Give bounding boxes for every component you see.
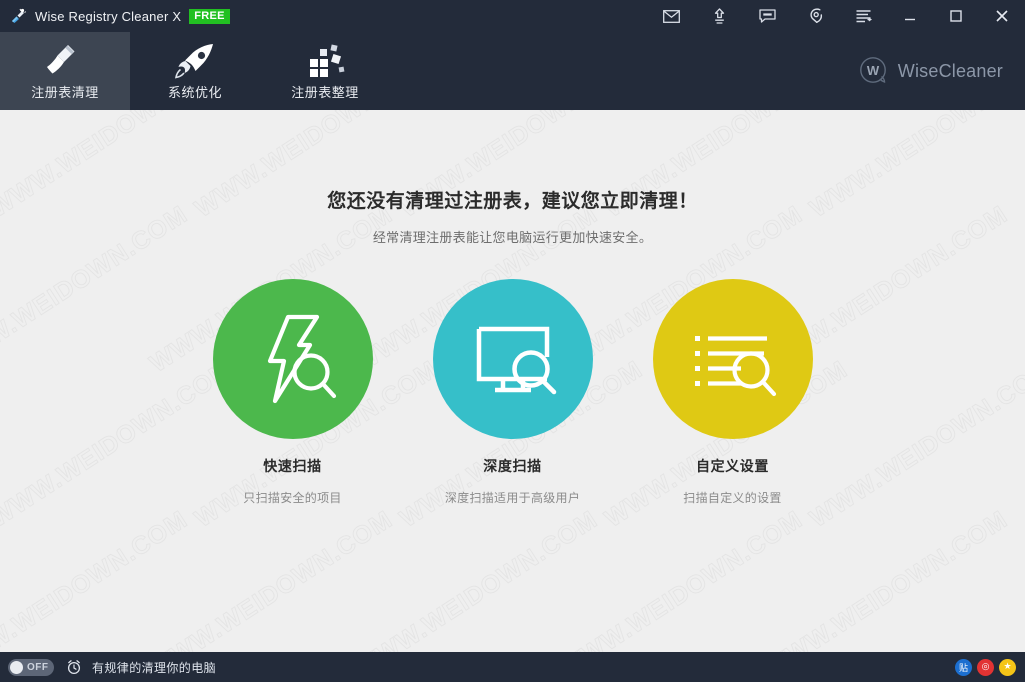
action-deep-scan[interactable]: 深度扫描 深度扫描适用于高级用户 [432,279,593,506]
quick-scan-circle[interactable] [212,279,373,439]
alarm-clock-icon[interactable] [66,659,82,675]
upgrade-icon[interactable] [695,0,743,32]
list-search-icon [694,336,776,397]
nav-tab-system-optimize[interactable]: 系统优化 [130,32,260,110]
free-badge: FREE [189,8,230,24]
action-desc: 只扫描安全的项目 [243,491,342,505]
social-links: 贴 ◎ ★ [955,658,1016,676]
action-custom-settings[interactable]: 自定义设置 扫描自定义的设置 [652,279,813,506]
watermark-text: WWW.WEIDOWN.COM [554,505,808,652]
tieba-icon[interactable]: 贴 [955,658,972,676]
menu-icon[interactable] [839,0,887,32]
broom-icon [44,41,86,79]
action-quick-scan[interactable]: 快速扫描 只扫描安全的项目 [212,279,373,506]
nav-tab-registry-defrag[interactable]: 注册表整理 [260,32,390,110]
custom-settings-circle[interactable] [652,279,813,439]
status-message: 有规律的清理你的电脑 [92,660,217,675]
action-title: 自定义设置 [696,458,769,474]
feedback-icon[interactable] [743,0,791,32]
deep-scan-circle[interactable] [432,279,593,439]
window-title: Wise Registry Cleaner X [35,8,182,24]
weibo-icon[interactable]: ◎ [977,658,994,676]
action-desc: 扫描自定义的设置 [683,491,782,505]
titlebar-icon-group [647,0,1025,32]
nav-tab-label: 系统优化 [167,85,222,100]
action-desc: 深度扫描适用于高级用户 [444,491,581,505]
toggle-state-label: OFF [27,661,49,673]
main-content: WWW.WEIDOWN.COM WWW.WEIDOWN.COM WWW.WEID… [0,110,1025,652]
nav-bar: 注册表清理 系统优化 注册表整理 W WiseCleaner [0,32,1025,110]
minimize-button[interactable] [887,0,933,32]
title-bar: Wise Registry Cleaner X FREE [0,0,1025,32]
rocket-icon [173,41,217,79]
wisecleaner-logo-icon: W [859,56,889,86]
schedule-toggle[interactable]: OFF [8,658,54,676]
status-bar: OFF 有规律的清理你的电脑 贴 ◎ ★ [0,652,1025,682]
action-title: 快速扫描 [263,458,322,474]
nav-tab-label: 注册表清理 [31,85,99,100]
brand-logo: W WiseCleaner [859,56,1003,86]
scan-actions: 快速扫描 只扫描安全的项目 深度扫描 深度扫描适用于高级用户 自定义设置 扫描自… [212,279,813,506]
content-stack: 您还没有清理过注册表，建议您立即清理！ 经常清理注册表能让您电脑运行更加快速安全… [0,110,1025,506]
watermark-text: WWW.WEIDOWN.COM [759,505,1013,652]
app-icon [9,7,27,25]
nav-tab-label: 注册表整理 [291,85,359,100]
brand-name: WiseCleaner [897,60,1003,81]
lightning-search-icon [267,314,336,404]
defrag-icon [304,41,346,79]
watermark-text: WWW.WEIDOWN.COM [144,505,398,652]
maximize-button[interactable] [933,0,979,32]
page-subline: 经常清理注册表能让您电脑运行更加快速安全。 [372,230,653,245]
support-icon[interactable] [791,0,839,32]
watermark-text: WWW.WEIDOWN.COM [0,505,193,652]
application-window: Wise Registry Cleaner X FREE 注册表清理 系统优化 … [0,0,1025,682]
monitor-search-icon [476,326,556,395]
nav-tab-registry-cleaner[interactable]: 注册表清理 [0,32,130,110]
watermark-text: WWW.WEIDOWN.COM [349,505,603,652]
close-button[interactable] [979,0,1025,32]
svg-text:W: W [867,63,880,78]
favorite-icon[interactable]: ★ [999,658,1016,676]
page-headline: 您还没有清理过注册表，建议您立即清理！ [327,191,698,212]
action-title: 深度扫描 [483,458,542,474]
mail-icon[interactable] [647,0,695,32]
toggle-knob [10,660,23,674]
